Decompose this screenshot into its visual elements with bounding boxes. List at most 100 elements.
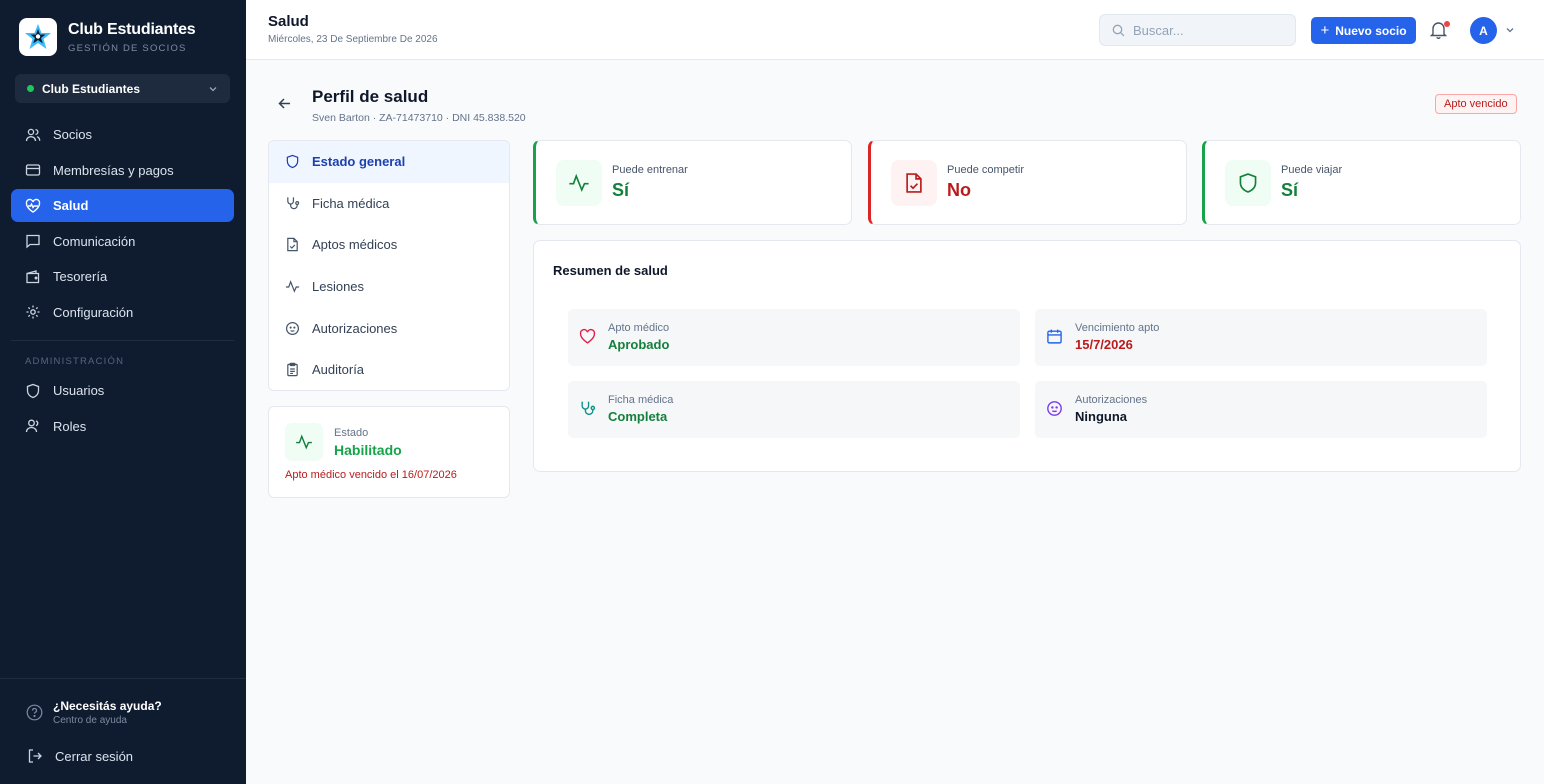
summary-value: Ninguna xyxy=(1075,409,1127,424)
tab-estado-general[interactable]: Estado general xyxy=(269,141,509,183)
activity-icon xyxy=(569,173,589,192)
summary-label: Vencimiento apto xyxy=(1075,322,1160,334)
tab-autorizaciones[interactable]: Autorizaciones xyxy=(269,307,509,349)
club-selector[interactable]: Club Estudiantes xyxy=(15,74,230,103)
kpi-icon-box xyxy=(1225,160,1271,206)
sidebar-item-tesoreria[interactable]: Tesorería xyxy=(11,260,234,293)
top-header: Salud Miércoles, 23 De Septiembre De 202… xyxy=(246,0,1544,60)
logout-icon xyxy=(28,749,42,763)
sidebar-item-socios[interactable]: Socios xyxy=(11,118,234,151)
summary-item-apto: Apto médico Aprobado xyxy=(568,309,1020,366)
file-check-icon xyxy=(287,238,298,252)
baby-icon xyxy=(1047,401,1062,416)
tab-lesiones[interactable]: Lesiones xyxy=(269,266,509,308)
stethoscope-icon xyxy=(287,197,300,210)
sidebar-item-membresias[interactable]: Membresías y pagos xyxy=(11,154,234,187)
summary-value: Aprobado xyxy=(608,337,670,352)
chevron-down-icon[interactable] xyxy=(1505,25,1515,35)
gear-icon xyxy=(26,305,40,319)
new-member-button[interactable]: + Nuevo socio xyxy=(1311,17,1416,44)
tab-label: Auditoría xyxy=(312,362,365,378)
search-box[interactable] xyxy=(1099,14,1296,46)
sidebar-item-label: Roles xyxy=(53,418,87,434)
sidebar-item-label: Salud xyxy=(53,198,89,213)
sidebar-item-usuarios[interactable]: Usuarios xyxy=(11,374,234,407)
tab-aptos-medicos[interactable]: Aptos médicos xyxy=(269,224,509,266)
calendar-icon xyxy=(1047,329,1062,344)
page-header-title: Salud xyxy=(268,13,309,30)
health-summary-card: Resumen de salud Apto médico Aprobado Ve… xyxy=(533,240,1521,472)
kpi-icon-box xyxy=(556,160,602,206)
kpi-icon-box xyxy=(891,160,937,206)
kpi-value: Sí xyxy=(612,180,630,200)
kpi-card-travel: Puede viajar Sí xyxy=(1202,140,1521,225)
logout-label: Cerrar sesión xyxy=(55,748,134,764)
status-note: Apto médico vencido el 16/07/2026 xyxy=(285,469,457,481)
sidebar-item-label: Tesorería xyxy=(53,269,108,284)
page-title: Perfil de salud xyxy=(312,87,429,106)
brand-name: Club Estudiantes xyxy=(68,20,196,38)
summary-label: Autorizaciones xyxy=(1075,394,1148,406)
help-circle-icon xyxy=(26,704,43,721)
users-icon xyxy=(25,128,41,141)
tab-label: Ficha médica xyxy=(312,195,390,211)
summary-item-vencimiento: Vencimiento apto 15/7/2026 xyxy=(1035,309,1487,366)
tab-label: Autorizaciones xyxy=(312,320,398,336)
wallet-icon xyxy=(26,269,40,283)
shield-icon xyxy=(1239,173,1257,193)
sidebar-item-salud[interactable]: Salud xyxy=(11,189,234,222)
divider xyxy=(11,340,234,341)
nav-section-title: ADMINISTRACIÓN xyxy=(25,356,125,367)
tab-label: Estado general xyxy=(312,154,406,170)
current-date: Miércoles, 23 De Septiembre De 2026 xyxy=(268,34,438,45)
brand[interactable]: Club Estudiantes GESTIÓN DE SOCIOS xyxy=(19,18,196,56)
summary-item-ficha: Ficha médica Completa xyxy=(568,381,1020,438)
eligibility-status-card: Estado Habilitado Apto médico vencido el… xyxy=(268,406,510,498)
kpi-label: Puede viajar xyxy=(1281,164,1343,176)
sidebar-item-roles[interactable]: Roles xyxy=(11,410,234,443)
sidebar-item-configuracion[interactable]: Configuración xyxy=(11,296,234,329)
kpi-value: Sí xyxy=(1281,180,1299,200)
health-tabs: Estado general Ficha médica Aptos médico… xyxy=(268,140,510,391)
avatar[interactable]: A xyxy=(1470,17,1497,44)
summary-value: 15/7/2026 xyxy=(1075,337,1133,352)
help-subtitle: Centro de ayuda xyxy=(53,715,127,726)
back-arrow-icon[interactable] xyxy=(277,96,292,111)
kpi-card-train: Puede entrenar Sí xyxy=(533,140,852,225)
search-input[interactable] xyxy=(1133,22,1283,38)
shield-icon xyxy=(286,155,299,169)
sidebar-item-label: Configuración xyxy=(53,304,134,320)
activity-icon xyxy=(285,280,300,293)
activity-icon xyxy=(296,434,312,450)
summary-label: Apto médico xyxy=(608,322,670,334)
tab-ficha-medica[interactable]: Ficha médica xyxy=(269,183,509,225)
brand-subtitle: GESTIÓN DE SOCIOS xyxy=(68,42,187,54)
clipboard-icon xyxy=(287,363,298,377)
plus-icon: + xyxy=(1320,22,1330,39)
user-icon xyxy=(25,419,39,433)
stethoscope-icon xyxy=(581,401,596,416)
file-check-icon xyxy=(906,173,922,193)
sidebar-item-label: Usuarios xyxy=(53,383,105,398)
sidebar-item-comunicacion[interactable]: Comunicación xyxy=(11,225,234,258)
divider xyxy=(0,678,246,679)
new-member-label: Nuevo socio xyxy=(1335,23,1407,38)
sidebar: Club Estudiantes GESTIÓN DE SOCIOS Club … xyxy=(0,0,246,784)
admin-nav: Usuarios Roles xyxy=(11,374,234,445)
sidebar-item-label: Comunicación xyxy=(53,233,136,249)
member-identity: Sven Barton · ZA-71473710 · DNI 45.838.5… xyxy=(312,112,526,124)
summary-value: Completa xyxy=(608,409,668,424)
help-link[interactable]: ¿Necesitás ayuda? Centro de ayuda xyxy=(26,699,162,726)
kpi-value: No xyxy=(947,180,971,200)
club-logo xyxy=(19,18,57,56)
credit-card-icon xyxy=(25,164,41,176)
logout-button[interactable]: Cerrar sesión xyxy=(27,748,133,764)
sidebar-item-label: Socios xyxy=(53,127,93,142)
tab-auditoria[interactable]: Auditoría xyxy=(269,349,509,390)
summary-title: Resumen de salud xyxy=(553,263,668,278)
kpi-card-compete: Puede competir No xyxy=(868,140,1187,225)
kpi-label: Puede competir xyxy=(947,164,1025,176)
heart-pulse-icon xyxy=(25,198,41,213)
search-icon xyxy=(1112,24,1125,36)
heart-icon xyxy=(579,328,596,344)
